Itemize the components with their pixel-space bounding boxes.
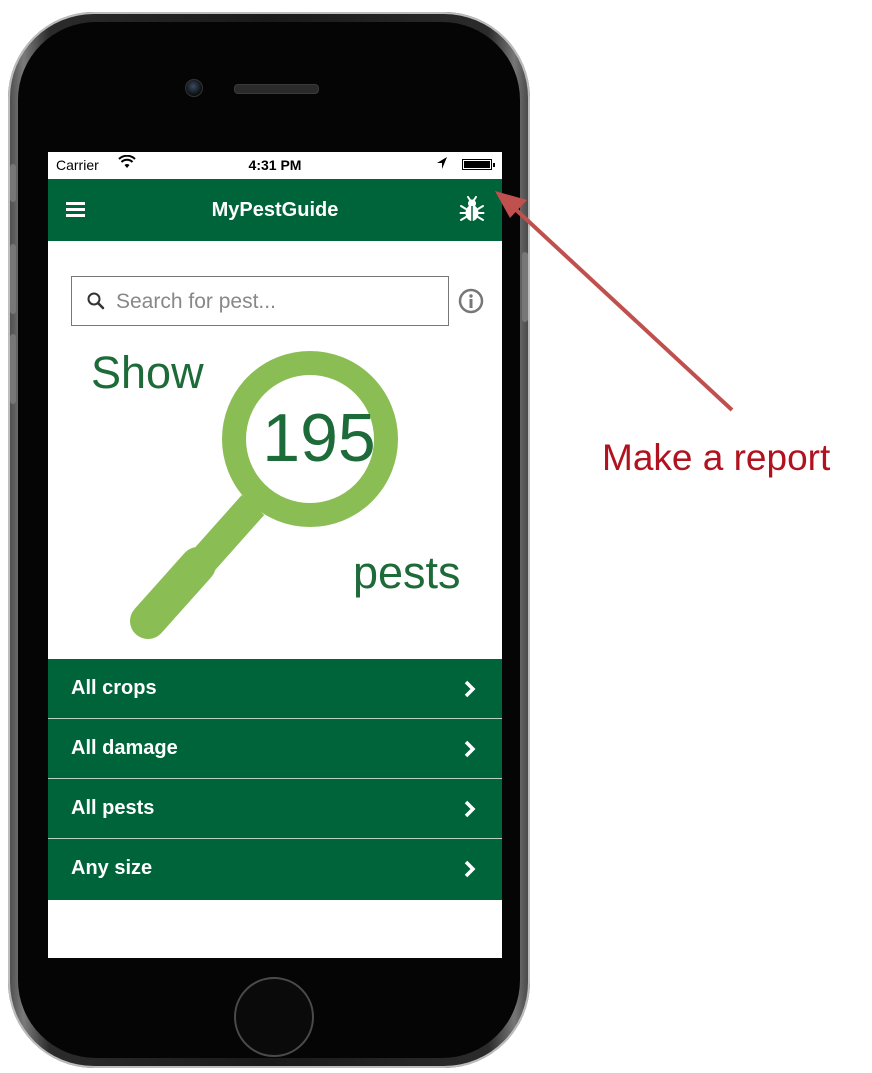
filter-size[interactable]: Any size — [48, 839, 502, 900]
chevron-right-icon — [464, 740, 476, 758]
app-title: MyPestGuide — [211, 199, 339, 221]
status-bar: Carrier 4:31 PM — [48, 152, 502, 179]
mute-switch — [10, 164, 16, 202]
info-icon[interactable] — [458, 288, 484, 314]
front-camera — [185, 79, 203, 97]
battery-icon — [462, 159, 495, 170]
bug-icon[interactable] — [458, 196, 486, 224]
nav-bar: MyPestGuide — [48, 179, 502, 241]
filter-list: All crops All damage All pests Any size — [48, 659, 502, 900]
status-time: 4:31 PM — [248, 157, 302, 173]
chevron-right-icon — [464, 860, 476, 878]
search-icon — [87, 292, 105, 310]
show-label: Show — [91, 347, 204, 398]
filter-crops[interactable]: All crops — [48, 659, 502, 719]
location-arrow-icon — [437, 157, 447, 169]
earpiece-speaker — [234, 84, 319, 94]
search-input[interactable] — [114, 285, 438, 319]
power-button — [522, 252, 528, 322]
pest-count: 195 — [262, 400, 376, 476]
chevron-right-icon — [464, 680, 476, 698]
search-field[interactable] — [71, 276, 449, 326]
pest-count-hero[interactable]: Show 195 pests — [48, 337, 502, 647]
make-report-annotation: Make a report — [602, 437, 831, 478]
filter-label: All crops — [71, 677, 157, 699]
home-button[interactable] — [234, 977, 314, 1057]
chevron-right-icon — [464, 800, 476, 818]
filter-label: Any size — [71, 857, 153, 879]
app-screen: Carrier 4:31 PM MyPestGuide Search for p… — [48, 152, 502, 958]
volume-up-button — [10, 244, 16, 314]
phone-frame: Carrier 4:31 PM MyPestGuide Search for p… — [8, 12, 530, 1068]
filter-pests[interactable]: All pests — [48, 779, 502, 839]
volume-down-button — [10, 334, 16, 404]
pests-label: pests — [353, 547, 461, 598]
filter-label: All damage — [71, 737, 178, 759]
filter-damage[interactable]: All damage — [48, 719, 502, 779]
filter-label: All pests — [71, 797, 155, 819]
